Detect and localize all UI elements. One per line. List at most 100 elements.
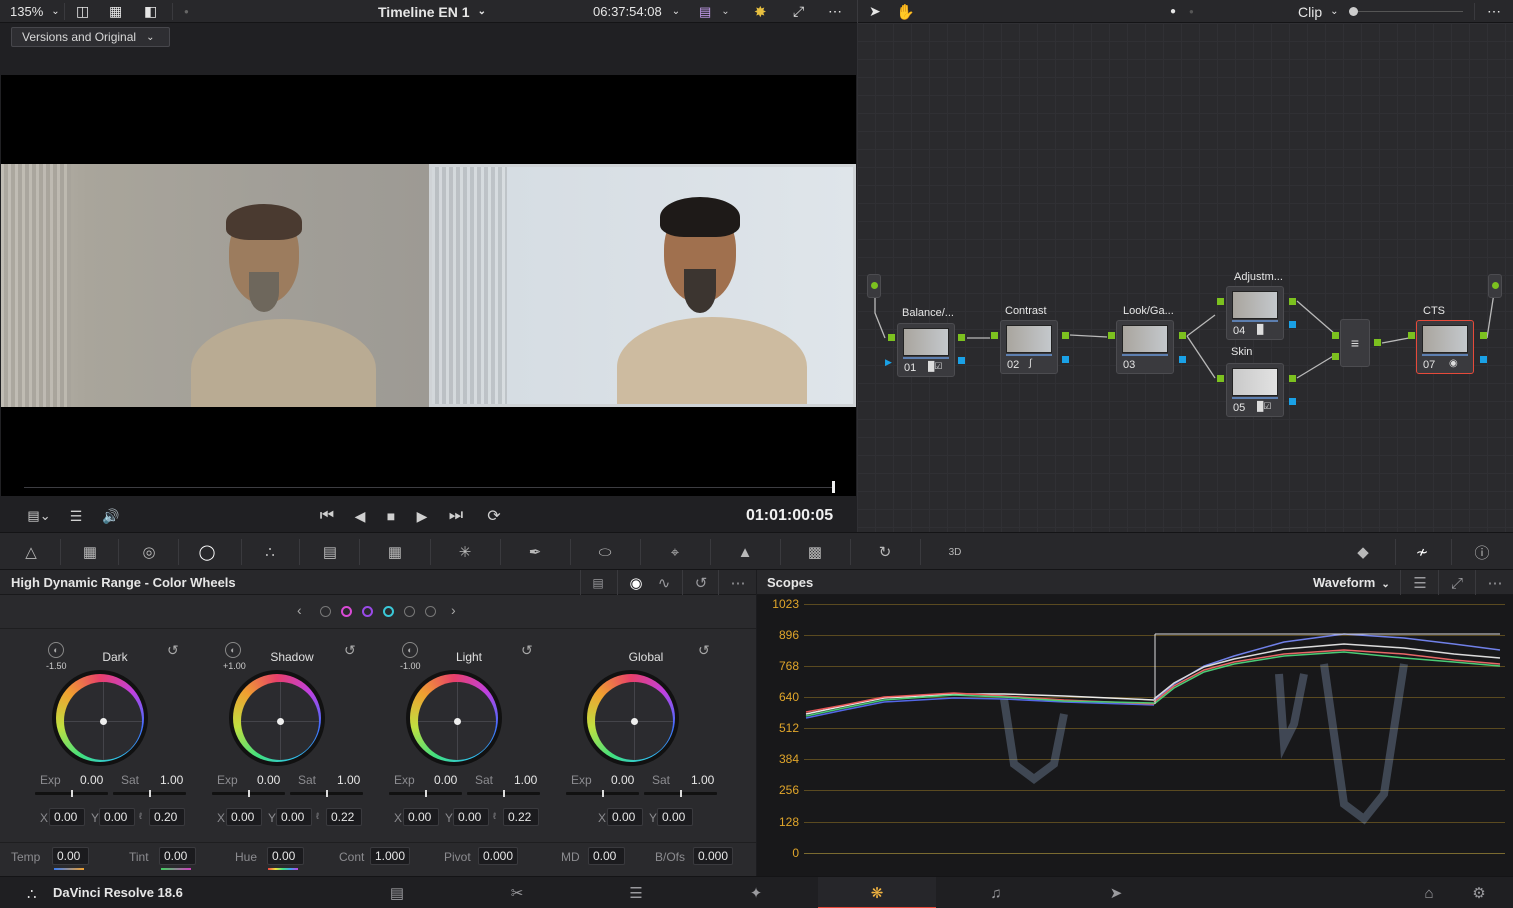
key-icon[interactable]: ↻: [873, 542, 897, 562]
md-field[interactable]: 0.00: [588, 847, 625, 865]
reset-icon[interactable]: ↺: [344, 642, 356, 659]
jump-end-icon[interactable]: ⏭: [443, 506, 469, 526]
node-look[interactable]: 03: [1116, 320, 1174, 374]
more-options-icon[interactable]: ⋯: [1485, 573, 1505, 593]
falloff-field[interactable]: 0.22: [503, 808, 539, 826]
page-dot-icon[interactable]: ●: [1170, 0, 1176, 23]
play-reverse-icon[interactable]: ◀: [350, 506, 370, 526]
home-icon[interactable]: ⌂: [1419, 883, 1439, 903]
node-cts-selected[interactable]: 07 ◉: [1416, 320, 1474, 374]
sat-value[interactable]: 1.00: [337, 773, 360, 787]
loop-icon[interactable]: ⟳: [482, 506, 506, 526]
info-icon[interactable]: ⓘ: [1470, 542, 1494, 562]
gear-icon[interactable]: ⚙: [1469, 883, 1489, 903]
wheels-mode-icon[interactable]: ◉: [626, 573, 646, 593]
color-wheel[interactable]: [583, 670, 679, 766]
node-editor[interactable]: Balance/... 01 █☑ ▶ Contrast 02 ∫ Look/G…: [857, 23, 1513, 532]
color-wheel[interactable]: [52, 670, 148, 766]
color-page-tab[interactable]: ❋: [818, 877, 936, 908]
reset-icon[interactable]: ↺: [521, 642, 533, 659]
falloff-field[interactable]: 0.22: [326, 808, 362, 826]
node-balance[interactable]: 01 █☑: [897, 323, 955, 377]
sat-slider[interactable]: [467, 790, 540, 797]
window-icon[interactable]: ⬭: [593, 542, 617, 562]
expand-icon[interactable]: ⤢: [1447, 573, 1467, 593]
qualifier-icon[interactable]: ✒: [523, 542, 547, 562]
viewer-screen[interactable]: [1, 75, 856, 496]
viewer-layout-icon[interactable]: ▤⌄: [22, 507, 56, 525]
hue-field[interactable]: 0.00: [267, 847, 304, 865]
y-field[interactable]: 0.00: [453, 808, 489, 826]
stop-icon[interactable]: ■: [381, 506, 401, 526]
layers-icon[interactable]: ☰: [66, 507, 86, 525]
deliver-page-icon[interactable]: ➤: [1106, 883, 1126, 903]
sat-value[interactable]: 1.00: [691, 773, 714, 787]
sat-value[interactable]: 1.00: [160, 773, 183, 787]
color-match-icon[interactable]: ▦: [78, 542, 102, 562]
sat-value[interactable]: 1.00: [514, 773, 537, 787]
color-warper-icon[interactable]: ✳: [453, 542, 477, 562]
scope-settings-icon[interactable]: ☰: [1410, 573, 1430, 593]
x-field[interactable]: 0.00: [403, 808, 439, 826]
node-skin[interactable]: 05 █☑: [1226, 363, 1284, 417]
chevron-left-icon[interactable]: ‹: [297, 602, 302, 618]
edit-page-icon[interactable]: ☰: [626, 883, 646, 903]
scrubber-track[interactable]: [24, 487, 834, 488]
scopes-icon[interactable]: ≁: [1410, 542, 1434, 562]
zones-mode-icon[interactable]: ∿: [654, 573, 674, 593]
parallel-mixer-node[interactable]: ≡: [1340, 319, 1370, 367]
compare-mode-dropdown[interactable]: Versions and Original ⌄: [11, 27, 170, 47]
cont-field[interactable]: 1.000: [370, 847, 410, 865]
exp-value[interactable]: 0.00: [257, 773, 280, 787]
x-field[interactable]: 0.00: [226, 808, 262, 826]
split-viewer-icon[interactable]: ▦: [109, 0, 122, 23]
reset-icon[interactable]: ↺: [167, 642, 179, 659]
y-field[interactable]: 0.00: [99, 808, 135, 826]
page-dot-icon[interactable]: ●: [1189, 0, 1194, 23]
b-ofs-field[interactable]: 0.000: [693, 847, 733, 865]
exp-value[interactable]: 0.00: [434, 773, 457, 787]
play-icon[interactable]: ▶: [412, 506, 432, 526]
blur-icon[interactable]: ▩: [803, 542, 827, 562]
fairlight-page-icon[interactable]: ♫: [986, 883, 1006, 903]
cut-page-icon[interactable]: ✂: [507, 883, 527, 903]
node-contrast[interactable]: 02 ∫: [1000, 320, 1058, 374]
exp-slider[interactable]: [212, 790, 285, 797]
zone-dot[interactable]: [320, 606, 331, 617]
pivot-field[interactable]: 0.000: [478, 847, 518, 865]
motion-effects-icon[interactable]: ▤: [318, 542, 342, 562]
fusion-page-icon[interactable]: ✦: [746, 883, 766, 903]
camera-raw-icon[interactable]: △: [19, 542, 43, 562]
fullscreen-icon[interactable]: ⤢: [793, 0, 804, 23]
exp-slider[interactable]: [35, 790, 108, 797]
output-format-icon[interactable]: ▤ ⌄: [699, 0, 730, 23]
speaker-icon[interactable]: 🔊: [100, 507, 122, 525]
x-field[interactable]: 0.00: [607, 808, 643, 826]
scope-mode-dropdown[interactable]: Waveform ⌄: [1313, 575, 1390, 590]
rgb-mixer-icon[interactable]: ∴: [258, 542, 282, 562]
exp-slider[interactable]: [566, 790, 639, 797]
more-options-icon[interactable]: ⋯: [828, 0, 842, 23]
pointer-icon[interactable]: ➤: [869, 0, 881, 23]
node-adjustment[interactable]: 04 █: [1226, 286, 1284, 340]
chevron-right-icon[interactable]: ›: [451, 602, 456, 618]
more-options-icon[interactable]: ⋯: [1487, 0, 1501, 23]
curves-icon[interactable]: ▦: [383, 542, 407, 562]
color-wheel[interactable]: [406, 670, 502, 766]
zone-dot[interactable]: [341, 606, 352, 617]
highlight-icon[interactable]: ✸: [754, 0, 767, 23]
falloff-field[interactable]: 0.20: [149, 808, 185, 826]
node-zoom-slider[interactable]: [1349, 7, 1463, 16]
more-options-icon[interactable]: ⋯: [728, 573, 748, 593]
timecode-display[interactable]: 06:37:54:08 ⌄: [593, 0, 680, 23]
zone-dot[interactable]: [404, 606, 415, 617]
zone-dot[interactable]: [383, 606, 394, 617]
jump-start-icon[interactable]: ⏮: [314, 506, 340, 526]
keyframes-icon[interactable]: ◆: [1351, 542, 1375, 562]
exp-slider[interactable]: [389, 790, 462, 797]
sat-slider[interactable]: [290, 790, 363, 797]
hdr-wheels-icon[interactable]: ◯: [195, 542, 219, 562]
zoom-dropdown[interactable]: 135% ⌄: [10, 0, 60, 23]
reset-icon[interactable]: ↺: [691, 573, 711, 593]
output-node[interactable]: [1488, 274, 1502, 298]
